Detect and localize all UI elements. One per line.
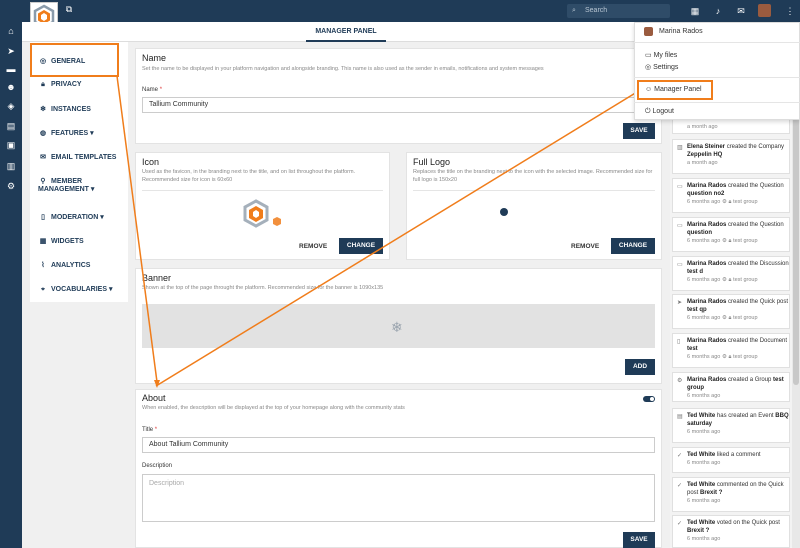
logout-icon: ⏻ [645, 108, 651, 115]
dropdown-logout[interactable]: ⏻ Logout [645, 108, 674, 116]
activity-item[interactable]: ▭ Marina Rados created the Discussion te… [672, 256, 790, 291]
activity-item[interactable]: ✓ Ted White liked a comment 6 months ago [672, 447, 790, 473]
question-icon: ▭ [677, 223, 683, 229]
dropdown-divider [634, 42, 800, 43]
activity-item[interactable]: ⚙ Marina Rados created a Group test grou… [672, 372, 790, 402]
arrow-line-right [155, 91, 638, 387]
activity-item[interactable]: ▤ Ted White has created an Event BBQ sat… [672, 408, 790, 443]
user-dropdown [634, 22, 800, 120]
dropdown-user-name[interactable]: Marina Rados [659, 28, 703, 35]
folder-icon: ▭ [645, 52, 652, 59]
dropdown-divider [634, 77, 800, 78]
check-icon: ✓ [677, 483, 683, 489]
check-icon: ✓ [677, 521, 683, 527]
activity-item[interactable]: ▯ Marina Rados created the Document test… [672, 333, 790, 368]
arrow-line-left [116, 75, 158, 383]
calendar-icon: ▤ [677, 414, 683, 420]
document-icon: ▯ [677, 339, 681, 345]
activity-item[interactable]: ➤ Marina Rados created the Quick post te… [672, 294, 790, 329]
dropdown-divider [634, 102, 800, 103]
send-icon: ➤ [677, 300, 683, 306]
question-icon: ▭ [677, 184, 683, 190]
activity-item[interactable]: ▭ Marina Rados created the Question ques… [672, 217, 790, 252]
check-icon: ✓ [677, 453, 683, 459]
activity-item[interactable]: ▭ Marina Rados created the Question ques… [672, 178, 790, 213]
activity-item[interactable]: a month ago [672, 118, 790, 134]
discussion-icon: ▭ [677, 262, 683, 268]
activity-item[interactable]: ✓ Ted White commented on the Quick post … [672, 477, 790, 512]
gear-icon: ⚙ [677, 378, 683, 384]
manager-panel-highlight-box [637, 80, 713, 100]
dropdown-avatar [644, 27, 653, 36]
activity-item[interactable]: ▥ Elena Steiner created the Company Zepp… [672, 139, 790, 174]
activity-item[interactable]: ✓ Ted White voted on the Quick post Brex… [672, 515, 790, 548]
building-icon: ▥ [677, 145, 683, 151]
dropdown-settings[interactable]: ◎ Settings [645, 63, 678, 71]
gauge-icon: ◎ [645, 64, 652, 71]
dropdown-my-files[interactable]: ▭ My files [645, 51, 677, 59]
